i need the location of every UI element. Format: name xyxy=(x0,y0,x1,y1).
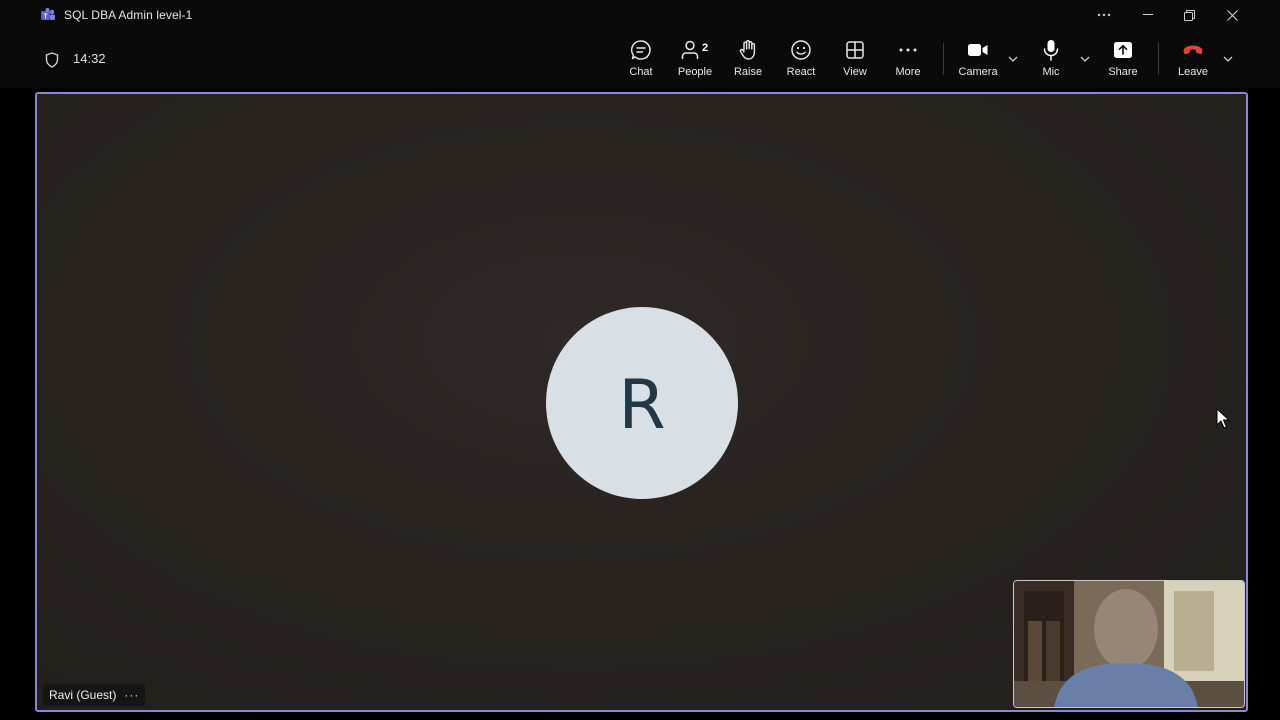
minimize-button[interactable] xyxy=(1125,0,1171,30)
meeting-timer: 14:32 xyxy=(73,51,106,66)
avatar-initial: R xyxy=(618,365,666,445)
camera-options-button[interactable] xyxy=(1006,52,1020,66)
restore-button[interactable] xyxy=(1166,0,1212,30)
shield-icon xyxy=(45,52,59,68)
camera-button[interactable]: Camera xyxy=(952,38,1004,82)
self-view-image xyxy=(1014,581,1244,707)
chat-button[interactable]: Chat xyxy=(615,38,667,82)
react-button[interactable]: React xyxy=(775,38,827,82)
share-label: Share xyxy=(1108,66,1138,78)
mic-options-button[interactable] xyxy=(1078,52,1092,66)
participant-name-tag: Ravi (Guest) ··· xyxy=(43,684,146,706)
microphone-icon xyxy=(1043,40,1059,61)
more-button[interactable]: More xyxy=(882,38,934,82)
people-count-badge: 2 xyxy=(702,42,709,54)
smiley-icon xyxy=(791,40,811,60)
participant-options-button[interactable]: ··· xyxy=(124,688,139,702)
leave-options-button[interactable] xyxy=(1221,52,1235,66)
close-icon xyxy=(1226,9,1238,21)
people-icon xyxy=(681,40,699,59)
chevron-down-icon xyxy=(1008,56,1018,62)
view-button[interactable]: View xyxy=(829,38,881,82)
chat-icon xyxy=(630,40,651,60)
mic-button[interactable]: Mic xyxy=(1025,38,1077,82)
people-button[interactable]: 2 People xyxy=(669,38,721,82)
minimize-icon xyxy=(1143,14,1153,15)
close-button[interactable] xyxy=(1209,0,1255,30)
window-title: SQL DBA Admin level-1 xyxy=(64,8,193,22)
more-options-button[interactable] xyxy=(1081,0,1127,30)
phone-hangup-icon xyxy=(1183,45,1203,55)
restore-icon xyxy=(1183,9,1195,21)
raise-label: Raise xyxy=(733,66,763,78)
chevron-down-icon xyxy=(1080,56,1090,62)
svg-text:T: T xyxy=(43,14,48,21)
more-options-icon xyxy=(1097,13,1111,17)
title-bar: T SQL DBA Admin level-1 xyxy=(0,0,1280,30)
camera-label: Camera xyxy=(958,66,998,78)
participant-avatar: R xyxy=(546,307,738,499)
more-label: More xyxy=(895,66,921,78)
leave-button[interactable]: Leave xyxy=(1167,38,1219,82)
share-screen-icon xyxy=(1114,42,1132,58)
more-dots-icon xyxy=(899,48,917,52)
people-label: People xyxy=(677,66,713,78)
chevron-down-icon xyxy=(1223,56,1233,62)
leave-label: Leave xyxy=(1178,66,1208,78)
self-view-video[interactable] xyxy=(1013,580,1245,708)
video-stage[interactable]: R Ravi (Guest) ··· xyxy=(35,92,1248,712)
camera-icon xyxy=(968,44,988,56)
toolbar-divider xyxy=(1158,43,1159,75)
raise-hand-icon xyxy=(739,40,756,60)
view-label: View xyxy=(843,66,867,78)
mouse-cursor-icon xyxy=(1216,408,1230,429)
teams-icon: T xyxy=(41,8,55,21)
raise-hand-button[interactable]: Raise xyxy=(722,38,774,82)
participant-name: Ravi (Guest) xyxy=(49,688,117,702)
share-button[interactable]: Share xyxy=(1097,38,1149,82)
react-label: React xyxy=(786,66,816,78)
mic-label: Mic xyxy=(1042,66,1060,78)
grid-view-icon xyxy=(846,41,864,59)
chat-label: Chat xyxy=(629,66,653,78)
toolbar-divider xyxy=(943,43,944,75)
